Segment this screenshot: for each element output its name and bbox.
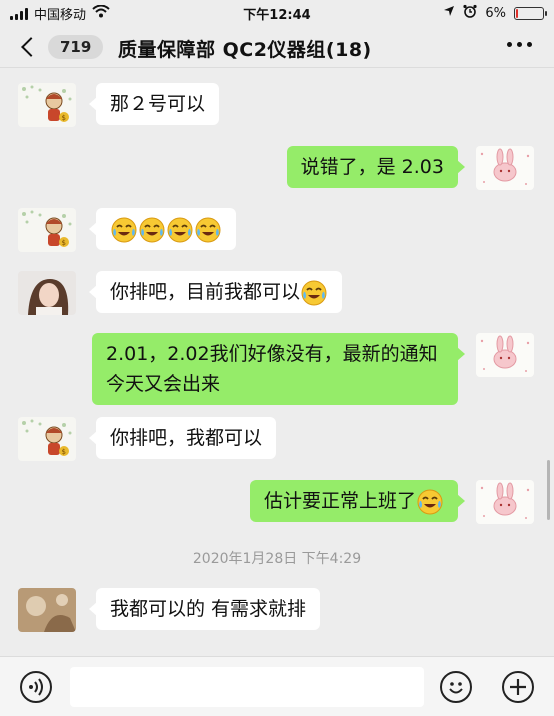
message-input[interactable] xyxy=(70,667,424,707)
emoji-icon[interactable] xyxy=(440,671,472,703)
crying-laughing-emoji xyxy=(195,217,221,243)
message-bubble[interactable]: 你排吧，目前我都可以 xyxy=(88,271,343,313)
message-text: 那２号可以 xyxy=(110,93,206,115)
message-bubble[interactable]: 我都可以的 有需求就排 xyxy=(88,588,321,630)
status-bar: 中国移动 下午12:44 6% xyxy=(0,0,554,26)
message-text: 说错了，是 2.03 xyxy=(300,156,444,178)
message-bubble[interactable]: 说错了，是 2.03 xyxy=(286,146,466,188)
message-bubble[interactable]: 你排吧，我都可以 xyxy=(88,417,277,459)
message-bubble[interactable]: 2.01，2.02我们好像没有，最新的通知今天又会出来 xyxy=(92,333,465,405)
unread-count-badge: 719 xyxy=(48,35,104,59)
crying-laughing-emoji xyxy=(301,280,327,306)
battery-percent: 6% xyxy=(485,5,506,21)
alarm-icon xyxy=(463,4,477,22)
message-text: 估计要正常上班了 xyxy=(263,490,416,512)
back-button[interactable]: 719 xyxy=(18,32,106,62)
bunny-avatar[interactable] xyxy=(476,146,534,190)
crying-laughing-emoji xyxy=(167,217,193,243)
scrollbar[interactable] xyxy=(547,460,550,520)
input-bar xyxy=(0,656,554,716)
cartoon-avatar[interactable] xyxy=(18,83,76,127)
bunny-avatar[interactable] xyxy=(476,480,534,524)
message-text: 你排吧，我都可以 xyxy=(110,427,263,449)
cartoon-avatar[interactable] xyxy=(18,208,76,252)
girl-photo-avatar[interactable] xyxy=(18,271,76,315)
voice-icon[interactable] xyxy=(20,671,52,703)
crying-laughing-emoji xyxy=(139,217,165,243)
plus-icon[interactable] xyxy=(502,671,534,703)
message-text: 我都可以的 有需求就排 xyxy=(110,598,307,620)
crying-laughing-emoji xyxy=(111,217,137,243)
location-icon xyxy=(443,5,455,21)
back-chevron-icon xyxy=(21,37,41,57)
message-text: 2.01，2.02我们好像没有，最新的通知今天又会出来 xyxy=(106,343,438,395)
photo-avatar[interactable] xyxy=(18,588,76,632)
cartoon-avatar[interactable] xyxy=(18,417,76,461)
message-timestamp: 2020年1月28日 下午4:29 xyxy=(192,551,362,567)
message-bubble[interactable]: 那２号可以 xyxy=(88,83,220,125)
message-bubble[interactable] xyxy=(89,208,236,250)
battery-icon xyxy=(514,6,547,20)
crying-laughing-emoji xyxy=(417,489,443,515)
chat-title: 质量保障部 QC2仪器组(18) xyxy=(118,39,372,61)
bunny-avatar[interactable] xyxy=(476,333,534,377)
more-icon[interactable] xyxy=(507,42,532,47)
message-bubble[interactable]: 估计要正常上班了 xyxy=(249,480,466,522)
chat-header: 719 质量保障部 QC2仪器组(18) xyxy=(0,26,554,68)
message-text: 你排吧，目前我都可以 xyxy=(110,281,301,303)
